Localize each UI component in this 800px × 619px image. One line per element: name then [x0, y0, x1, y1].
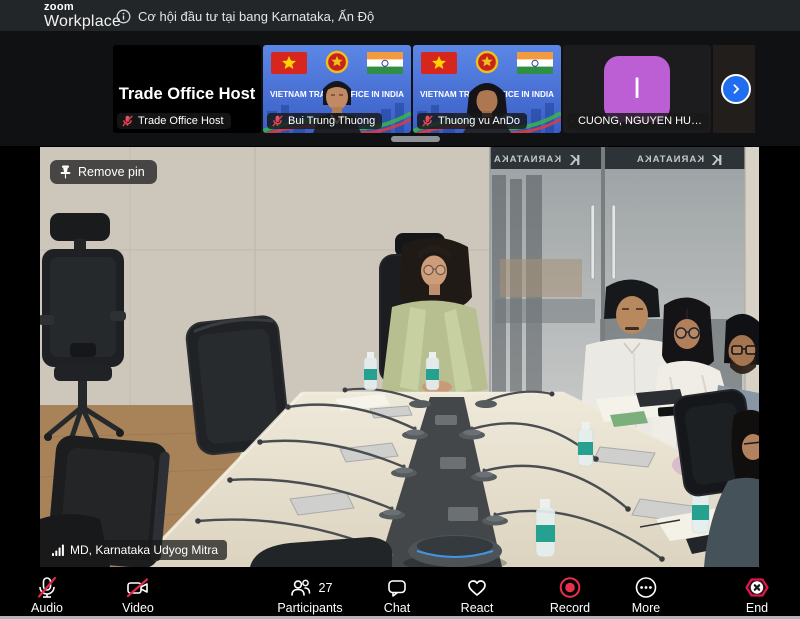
vietnam-emblem-icon	[476, 51, 498, 73]
zoom-meeting-window: zoom Workplace Cơ hội đầu tư tại bang Ka…	[0, 0, 800, 619]
pin-icon	[59, 165, 72, 179]
participant-name-pill: CUONG, NGUYEN HU…	[567, 113, 709, 129]
meeting-toolbar: Audio Video	[0, 570, 800, 619]
more-label: More	[632, 601, 660, 615]
react-label: React	[461, 601, 494, 615]
conference-room-scene: KARNATAKA K KARNATAKA K	[40, 147, 759, 567]
chat-label: Chat	[384, 601, 410, 615]
video-tile-thuong-vu-ando[interactable]: VIETNAM TRADE OFFICE IN INDIA	[413, 45, 561, 133]
main-pinned-video: KARNATAKA K KARNATAKA K	[40, 147, 759, 567]
muted-mic-icon	[122, 115, 133, 127]
filmstrip: Trade Office Host Trade Office Host	[0, 32, 800, 146]
participant-name: Thuong vu AnDo	[438, 115, 520, 127]
more-button[interactable]: More	[613, 575, 679, 615]
muted-mic-icon	[572, 115, 573, 127]
remove-pin-button[interactable]: Remove pin	[50, 160, 157, 184]
zoom-workplace-logo: zoom Workplace	[44, 2, 121, 30]
more-ellipsis-icon	[634, 576, 658, 600]
meeting-title: Cơ hội đầu tư tại bang Karnataka, Ấn Độ	[138, 9, 374, 24]
record-label: Record	[550, 601, 590, 615]
muted-mic-icon	[422, 115, 433, 127]
participants-label: Participants	[277, 601, 342, 615]
participants-button[interactable]: 27 Participants	[258, 575, 362, 615]
chat-button[interactable]: Chat	[364, 575, 430, 615]
video-tile-trade-office-host[interactable]: Trade Office Host Trade Office Host	[113, 45, 261, 133]
participant-name: Bui Trung Thuong	[288, 115, 375, 127]
chevron-right-icon	[728, 81, 744, 97]
glass-logo-k: K	[569, 152, 580, 169]
video-tile-partial	[713, 45, 755, 133]
record-icon	[558, 576, 582, 600]
record-button[interactable]: Record	[537, 575, 603, 615]
remove-pin-label: Remove pin	[78, 165, 145, 179]
avatar-letter: I	[633, 72, 641, 106]
logo-workplace: Workplace	[44, 14, 121, 30]
glass-logo-k: K	[711, 152, 722, 169]
vietnam-emblem-icon	[326, 51, 348, 73]
video-label: Video	[122, 601, 154, 615]
glass-watermark-text: KARNATAKA	[636, 154, 704, 165]
filmstrip-scrollbar[interactable]	[391, 136, 440, 142]
top-bar: zoom Workplace Cơ hội đầu tư tại bang Ka…	[0, 0, 800, 32]
participant-name-pill: Thuong vu AnDo	[417, 113, 527, 129]
glass-watermark-text: KARNATAKA	[493, 154, 561, 165]
end-call-icon	[744, 576, 770, 600]
mic-muted-icon	[35, 576, 59, 600]
next-page-button[interactable]	[721, 74, 751, 104]
heart-react-icon	[465, 576, 489, 600]
camera-muted-icon	[125, 576, 151, 600]
speaker-name: MD, Karnataka Udyog Mitra	[70, 543, 218, 557]
chat-icon	[385, 576, 409, 600]
end-label: End	[746, 601, 768, 615]
logo-zoom: zoom	[44, 2, 121, 13]
video-button[interactable]: Video	[105, 575, 171, 615]
audio-label: Audio	[31, 601, 63, 615]
participant-name: Trade Office Host	[138, 115, 224, 127]
info-icon[interactable]	[116, 9, 131, 24]
react-button[interactable]: React	[444, 575, 510, 615]
india-flag-icon	[367, 52, 403, 74]
participant-name-pill: Trade Office Host	[117, 113, 231, 129]
participant-name: CUONG, NGUYEN HU…	[578, 115, 702, 127]
audio-level-icon	[51, 544, 65, 556]
vietnam-flag-icon	[421, 52, 457, 74]
participant-name-pill: Bui Trung Thuong	[267, 113, 382, 129]
video-tile-bui-trung-thuong[interactable]: VIETNAM TRADE OFFICE IN INDIA	[263, 45, 411, 133]
vietnam-flag-icon	[271, 52, 307, 74]
audio-button[interactable]: Audio	[14, 575, 80, 615]
participants-count: 27	[319, 581, 333, 595]
meeting-info: Cơ hội đầu tư tại bang Karnataka, Ấn Độ	[116, 0, 374, 32]
active-speaker-label: MD, Karnataka Udyog Mitra	[45, 540, 227, 560]
muted-mic-icon	[272, 115, 283, 127]
india-flag-icon	[517, 52, 553, 74]
participants-icon	[288, 576, 313, 600]
video-tile-cuong-nguyen[interactable]: I CUONG, NGUYEN HU…	[563, 45, 711, 133]
end-button[interactable]: End	[724, 575, 790, 615]
